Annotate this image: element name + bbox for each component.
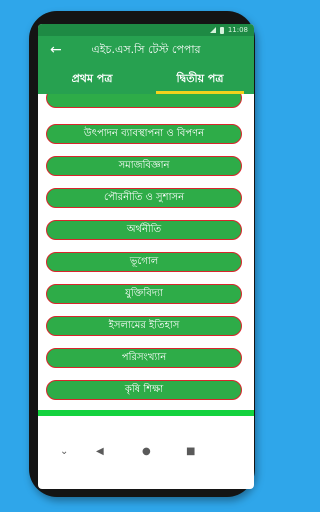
tab-second-paper[interactable]: দ্বিতীয় পত্র (146, 66, 254, 94)
triangle-back-icon[interactable]: ◀ (96, 446, 104, 458)
signal-icon (209, 27, 216, 33)
status-time: 11:08 (227, 26, 248, 34)
subject-item[interactable]: সমাজবিজ্ঞান (46, 156, 242, 176)
subject-item[interactable]: ভূগোল (46, 252, 242, 272)
subject-item[interactable]: যুক্তিবিদ্যা (46, 284, 242, 304)
subject-item[interactable]: পরিসংখ্যান (46, 348, 242, 368)
status-icons: 11:08 (209, 24, 248, 36)
app-bar: ← এইচ.এস.সি টেস্ট পেপার প্রথম পত্র দ্বিত… (38, 36, 254, 94)
subject-item[interactable]: পৌরনীতি ও সুশাসন (46, 188, 242, 208)
phone-screen: 11:08 ← এইচ.এস.সি টেস্ট পেপার প্রথম পত্র… (38, 24, 254, 489)
app-title: এইচ.এস.সি টেস্ট পেপার (91, 43, 201, 56)
status-bar: 11:08 (38, 24, 254, 36)
tab-bar: প্রথম পত্র দ্বিতীয় পত্র (38, 66, 254, 94)
circle-home-icon[interactable]: ● (142, 446, 151, 458)
tab-first-paper[interactable]: প্রথম পত্র (38, 66, 146, 94)
subject-item[interactable]: অর্থনীতি (46, 220, 242, 240)
subject-item[interactable]: কৃষি শিক্ষা (46, 380, 242, 400)
square-recents-icon[interactable]: ■ (186, 446, 195, 458)
battery-icon (219, 26, 224, 34)
system-nav-bar: ⌄ ◀ ● ■ (38, 442, 254, 462)
subject-list: উৎপাদন ব্যাবস্থাপনা ও বিপণন সমাজবিজ্ঞান … (38, 94, 254, 410)
chevron-down-icon[interactable]: ⌄ (60, 446, 68, 458)
subject-item-top-partial[interactable] (46, 94, 242, 108)
subject-item[interactable]: উৎপাদন ব্যাবস্থাপনা ও বিপণন (46, 124, 242, 144)
subject-item[interactable]: ইসলামের ইতিহাস (46, 316, 242, 336)
bottom-green-bar (38, 410, 254, 416)
